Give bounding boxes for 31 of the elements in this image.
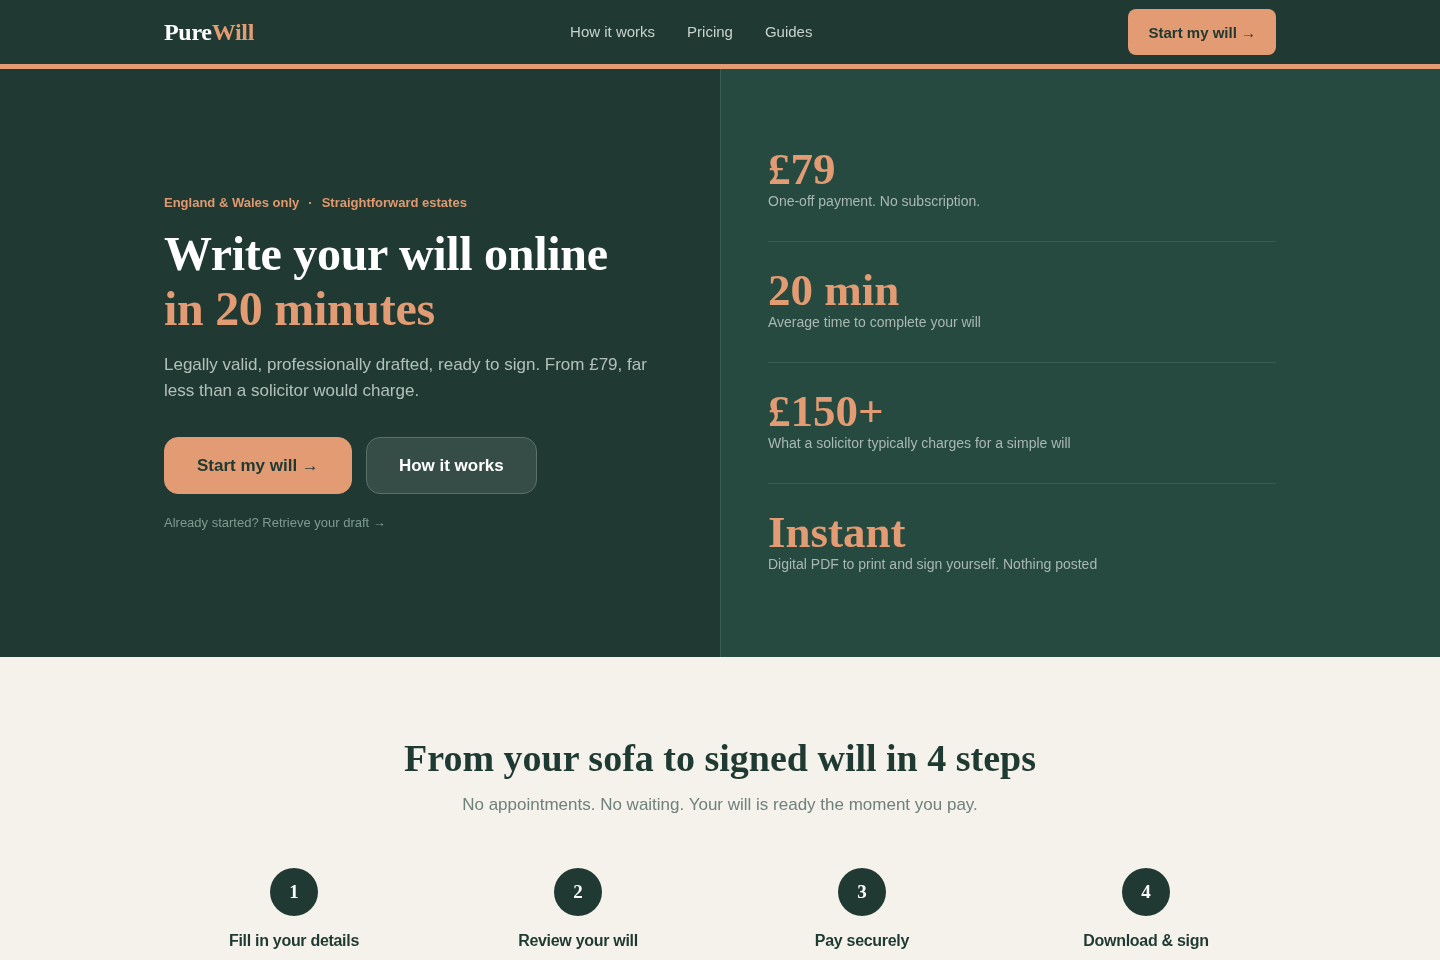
stat-value: £79 [768,146,836,191]
section-heading: From your sofa to signed will in 4 steps [404,736,1036,781]
stat-value: 20 min [768,267,900,312]
stat-label: One-off payment. No subscription. [768,191,982,211]
hero-description: Legally valid, professionally drafted, ready to sign. From £79, far less than a solicitor would charge. [164,354,648,402]
stat-label: Average time to complete your will [768,312,982,332]
stat-value: £150+ [768,388,884,433]
stat-label: What a solicitor typically charges for a simple will [768,433,1072,453]
step-title: Download & sign [1083,931,1209,951]
step-number: 3 [838,868,886,916]
eyebrow-text: Straightforward estates [321,194,467,212]
section-subtitle: No appointments. No waiting. Your will is ready the moment you pay. [462,794,978,816]
step-title: Fill in your details [229,931,359,951]
stat-label: Digital PDF to print and sign yourself. Nothing posted [768,554,1099,574]
stat-value: Instant [768,509,906,554]
retrieve-draft-link[interactable]: Already started? Retrieve your draft → [164,514,386,532]
eyebrow-separator: · [308,194,313,212]
hero-headline: Write your will online in 20 minutes [164,226,608,336]
nav-link[interactable]: How it works [570,22,656,42]
step-title: Review your will [518,931,638,951]
step-number: 1 [270,868,318,916]
step-number: 2 [554,868,602,916]
step-number: 4 [1122,868,1170,916]
nav-link[interactable]: Guides [764,22,813,42]
logo[interactable]: PureWill [164,18,255,46]
start-will-button[interactable]: Start my will → [1128,9,1276,55]
step-title: Pay securely [814,931,910,951]
secondary-button[interactable]: How it works [365,437,537,494]
eyebrow-text: England & Wales only [164,194,300,212]
nav-link[interactable]: Pricing [687,22,733,42]
primary-button[interactable]: Start my will → [164,437,352,494]
